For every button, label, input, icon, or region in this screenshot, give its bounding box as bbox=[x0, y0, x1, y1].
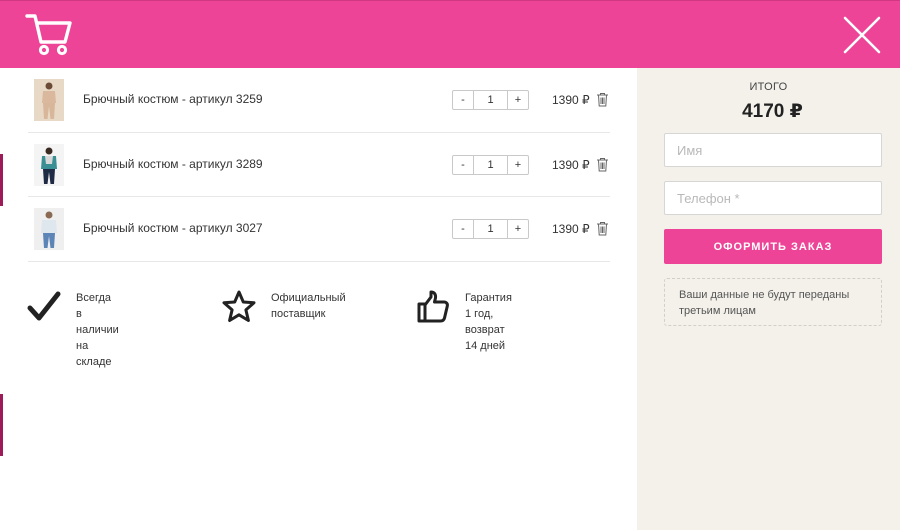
benefits-strip: Всегда в наличии на складе Официальный п… bbox=[26, 286, 626, 368]
phone-input[interactable] bbox=[664, 181, 882, 215]
thumbs-up-icon bbox=[417, 290, 449, 323]
increase-quantity-button[interactable]: + bbox=[507, 91, 528, 109]
quantity-value[interactable]: 1 bbox=[474, 156, 507, 174]
product-thumbnail[interactable] bbox=[34, 79, 64, 121]
name-input[interactable] bbox=[664, 133, 882, 167]
product-title[interactable]: Брючный костюм - артикул 3289 bbox=[83, 157, 263, 171]
product-title[interactable]: Брючный костюм - артикул 3027 bbox=[83, 221, 263, 235]
close-icon[interactable] bbox=[840, 13, 884, 57]
item-price: 1390 ₽ bbox=[552, 93, 590, 107]
quantity-stepper: - 1 + bbox=[452, 154, 529, 175]
edge-decoration bbox=[0, 394, 3, 456]
increase-quantity-button[interactable]: + bbox=[507, 220, 528, 238]
benefit-text: Гарантия 1 год, возврат 14 дней bbox=[465, 292, 512, 352]
quantity-stepper: - 1 + bbox=[452, 90, 529, 110]
cart-item-row: Брючный костюм - артикул 3259 - 1 + 1390… bbox=[28, 68, 610, 133]
quantity-value[interactable]: 1 bbox=[474, 220, 507, 238]
cart-header bbox=[0, 0, 900, 68]
benefit-text: Официальный поставщик bbox=[271, 292, 346, 320]
product-thumbnail[interactable] bbox=[34, 208, 64, 250]
product-thumbnail[interactable] bbox=[34, 143, 64, 186]
product-image bbox=[34, 208, 64, 250]
cart-items-list: Брючный костюм - артикул 3259 - 1 + 1390… bbox=[28, 68, 610, 262]
benefit-text: Всегда в наличии на складе bbox=[76, 292, 119, 368]
quantity-value[interactable]: 1 bbox=[474, 91, 507, 109]
trash-icon[interactable] bbox=[596, 92, 609, 107]
star-icon bbox=[222, 290, 256, 322]
privacy-note: Ваши данные не будут переданы третьим ли… bbox=[664, 278, 882, 326]
decrease-quantity-button[interactable]: - bbox=[453, 91, 474, 109]
place-order-button[interactable]: ОФОРМИТЬ ЗАКАЗ bbox=[664, 229, 882, 264]
total-value: 4170 ₽ bbox=[742, 101, 803, 122]
edge-decoration bbox=[0, 154, 3, 206]
increase-quantity-button[interactable]: + bbox=[507, 155, 528, 174]
product-image bbox=[34, 143, 64, 186]
cart-content: Брючный костюм - артикул 3259 - 1 + 1390… bbox=[0, 68, 637, 530]
item-price: 1390 ₽ bbox=[552, 222, 590, 236]
cart-item-row: Брючный костюм - артикул 3027 - 1 + 1390… bbox=[28, 197, 610, 262]
quantity-stepper: - 1 + bbox=[452, 219, 529, 239]
decrease-quantity-button[interactable]: - bbox=[453, 220, 474, 238]
trash-icon[interactable] bbox=[596, 157, 609, 172]
cart-item-row: Брючный костюм - артикул 3289 - 1 + 1390… bbox=[28, 133, 610, 197]
item-price: 1390 ₽ bbox=[552, 157, 590, 172]
shopping-cart-icon bbox=[25, 14, 72, 56]
checkmark-icon bbox=[27, 291, 61, 321]
trash-icon[interactable] bbox=[596, 221, 609, 236]
order-sidebar: ИТОГО 4170 ₽ ОФОРМИТЬ ЗАКАЗ Ваши данные … bbox=[637, 68, 900, 530]
product-image bbox=[34, 79, 64, 121]
decrease-quantity-button[interactable]: - bbox=[453, 155, 474, 174]
total-label: ИТОГО bbox=[749, 81, 788, 93]
product-title[interactable]: Брючный костюм - артикул 3259 bbox=[83, 92, 263, 106]
